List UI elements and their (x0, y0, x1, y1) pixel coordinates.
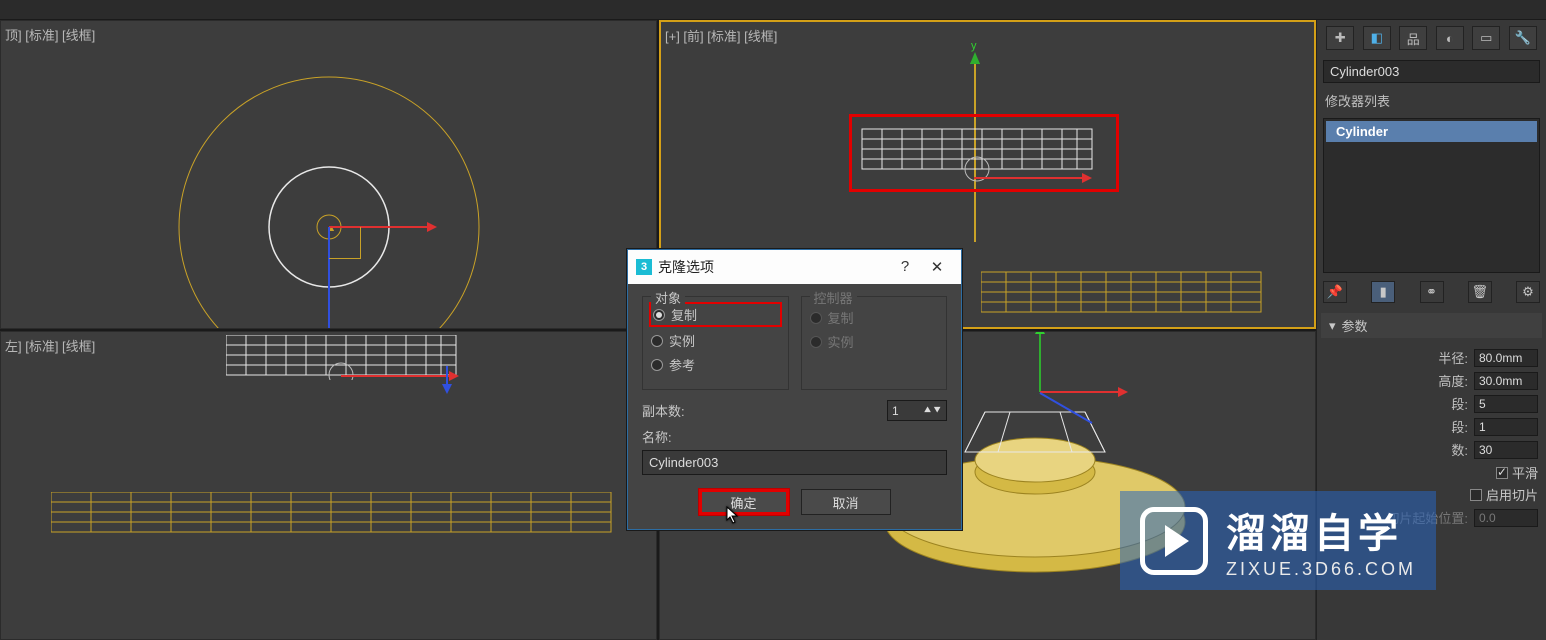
ctrl-instance-radio-row: 实例 (810, 332, 939, 351)
ctrl-copy-label: 复制 (828, 308, 854, 327)
viewport-label[interactable]: 顶] [标准] [线框] (5, 25, 95, 44)
sides-label: 数: (1451, 440, 1468, 459)
clone-options-dialog: 3 克隆选项 ? ✕ 对象 复制 实例 参考 (627, 249, 962, 530)
cseg-label: 段: (1451, 417, 1468, 436)
height-label: 高度: (1438, 371, 1468, 390)
display-tab-icon[interactable]: ▭ (1472, 26, 1500, 50)
ctrl-copy-radio-row: 复制 (810, 308, 939, 327)
panel-tabs: ✚ ◧ 品 ◐ ▭ 🔧 (1317, 20, 1546, 56)
ctrl-copy-radio (810, 312, 822, 324)
name-input[interactable] (642, 450, 947, 475)
watermark-title: 溜溜自学 (1226, 501, 1402, 559)
name-label: 名称: (642, 427, 712, 446)
motion-tab-icon[interactable]: ◐ (1436, 26, 1464, 50)
ok-button[interactable]: 确定 (699, 489, 789, 515)
remove-modifier-icon[interactable]: 🗑 (1468, 281, 1492, 303)
sides-spinner[interactable]: 30 (1474, 441, 1538, 459)
ctrl-instance-label: 实例 (828, 332, 854, 351)
play-icon (1140, 507, 1208, 575)
reference-radio[interactable] (651, 359, 663, 371)
object-group-title: 对象 (651, 288, 685, 307)
watermark-url: ZIXUE.3D66.COM (1226, 559, 1416, 580)
instance-radio[interactable] (651, 335, 663, 347)
ok-button-label: 确定 (730, 493, 756, 512)
viewport-label[interactable]: 左] [标准] [线框] (5, 336, 95, 355)
reference-radio-label: 参考 (669, 355, 695, 374)
modifier-list-label[interactable]: 修改器列表 (1325, 91, 1538, 110)
slice-label: 启用切片 (1486, 485, 1538, 504)
hseg-label: 段: (1451, 394, 1468, 413)
pin-stack-icon[interactable]: 📌 (1323, 281, 1347, 303)
copies-value: 1 (892, 404, 899, 418)
dialog-title: 克隆选项 (658, 257, 714, 277)
axis-label-y: y (971, 40, 977, 52)
configure-sets-icon[interactable]: ⚙ (1516, 281, 1540, 303)
viewport-label[interactable]: [+] [前] [标准] [线框] (665, 26, 777, 45)
utilities-tab-icon[interactable]: 🔧 (1509, 26, 1537, 50)
copies-spinner[interactable]: 1⯅⯆ (887, 400, 947, 421)
cseg-spinner[interactable]: 1 (1474, 418, 1538, 436)
height-spinner[interactable]: 30.0mm (1474, 372, 1538, 390)
modify-tab-icon[interactable]: ◧ (1363, 26, 1391, 50)
slice-checkbox[interactable] (1470, 489, 1482, 501)
radius-label: 半径: (1438, 348, 1468, 367)
smooth-checkbox[interactable] (1496, 467, 1508, 479)
stack-tools: 📌 ▮ ⚭ 🗑 ⚙ (1317, 277, 1546, 307)
ctrl-instance-radio (810, 336, 822, 348)
radius-spinner[interactable]: 80.0mm (1474, 349, 1538, 367)
object-group: 对象 复制 实例 参考 (642, 296, 789, 390)
object-name-field[interactable] (1323, 60, 1540, 83)
hierarchy-tab-icon[interactable]: 品 (1399, 26, 1427, 50)
app-icon: 3 (636, 259, 652, 275)
show-end-result-icon[interactable]: ▮ (1371, 281, 1395, 303)
app-topbar (0, 0, 1546, 20)
create-tab-icon[interactable]: ✚ (1326, 26, 1354, 50)
slice-from-spinner[interactable]: 0.0 (1474, 509, 1538, 527)
copy-radio[interactable] (653, 309, 665, 321)
help-button[interactable]: ? (889, 258, 921, 276)
controller-group: 控制器 复制 实例 (801, 296, 948, 390)
rollout-title: 参数 (1342, 316, 1368, 335)
cancel-button[interactable]: 取消 (801, 489, 891, 515)
copy-radio-label: 复制 (671, 305, 697, 324)
reference-radio-row[interactable]: 参考 (651, 355, 780, 374)
dialog-titlebar[interactable]: 3 克隆选项 ? ✕ (628, 250, 961, 284)
smooth-label: 平滑 (1512, 463, 1538, 482)
modifier-stack[interactable]: Cylinder (1323, 118, 1540, 273)
modifier-item[interactable]: Cylinder (1326, 121, 1537, 142)
highlight-box (849, 114, 1119, 192)
cancel-button-label: 取消 (832, 493, 858, 512)
rollout-header[interactable]: ▾参数 (1321, 313, 1542, 338)
copies-label: 副本数: (642, 401, 712, 420)
hseg-spinner[interactable]: 5 (1474, 395, 1538, 413)
instance-radio-row[interactable]: 实例 (651, 331, 780, 350)
make-unique-icon[interactable]: ⚭ (1420, 281, 1444, 303)
controller-group-title: 控制器 (810, 288, 857, 307)
instance-radio-label: 实例 (669, 331, 695, 350)
close-button[interactable]: ✕ (921, 258, 953, 276)
viewport-left[interactable]: 左] [标准] [线框] (0, 331, 657, 640)
watermark: 溜溜自学 ZIXUE.3D66.COM (1120, 491, 1436, 590)
viewport-top[interactable]: 顶] [标准] [线框] ▲ (0, 20, 657, 329)
